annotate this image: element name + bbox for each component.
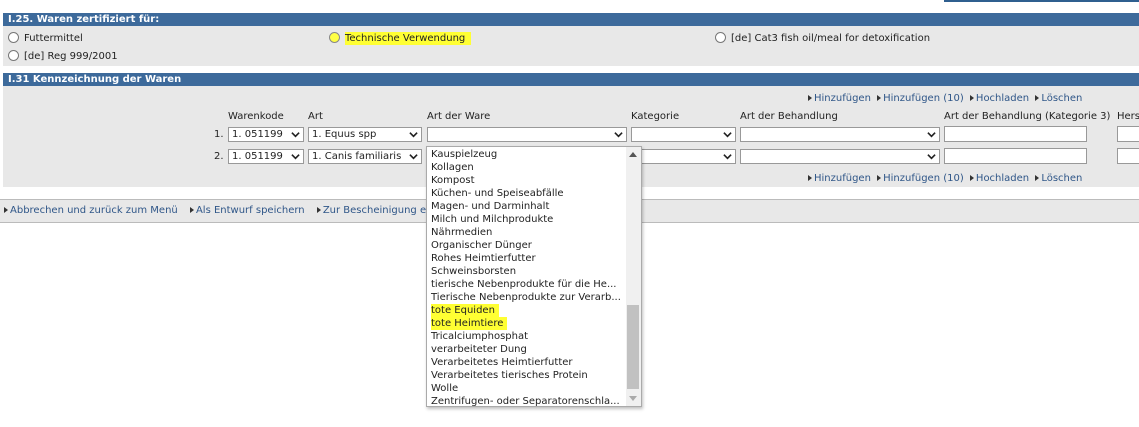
to-certificate-link[interactable]: Zur Bescheinigung ei — [316, 205, 429, 216]
actions-bottom: Hinzufügen Hinzufügen (10) Hochladen Lös… — [808, 173, 1082, 184]
radio-cat3-fish-oil[interactable]: [de] Cat3 fish oil/meal for detoxificati… — [715, 32, 930, 46]
radio-reg-999[interactable]: [de] Reg 999/2001 — [8, 50, 118, 64]
radio-label-cat3: [de] Cat3 fish oil/meal for detoxificati… — [731, 33, 931, 44]
section-i25-body — [3, 26, 1139, 66]
behandlung-kat3-input-2[interactable] — [944, 148, 1087, 164]
art-select-1[interactable]: 1. Equus spp — [308, 127, 422, 142]
radio-label-technische-verwendung: Technische Verwendung — [345, 32, 472, 45]
triangle-right-icon — [877, 95, 882, 101]
dropdown-option[interactable]: Magen- und Darminhalt — [431, 200, 549, 213]
radio-circle-icon[interactable] — [715, 32, 726, 43]
dropdown-option[interactable]: Organischer Dünger — [431, 239, 532, 252]
triangle-right-icon — [316, 207, 321, 213]
chevron-down-icon — [409, 154, 418, 160]
kategorie-select-1[interactable] — [631, 127, 736, 142]
col-header-art-der-ware: Art der Ware — [427, 111, 491, 122]
behandlung-kat3-input-1[interactable] — [944, 126, 1087, 142]
dropdown-option[interactable]: Tierische Nebenprodukte zur Verarb... — [431, 291, 621, 304]
radio-technische-verwendung[interactable]: Technische Verwendung — [329, 32, 472, 46]
warenkode-select-2[interactable]: 1. 051199 — [228, 149, 304, 164]
dropdown-option[interactable]: Verarbeitetes tierisches Protein — [431, 369, 588, 382]
actions-top: Hinzufügen Hinzufügen (10) Hochladen Lös… — [808, 93, 1082, 104]
section-i31-header: I.31 Kennzeichnung der Waren — [3, 73, 1139, 86]
add-10-link[interactable]: Hinzufügen (10) — [877, 173, 964, 184]
chevron-down-icon — [723, 154, 732, 160]
radio-circle-icon[interactable] — [8, 32, 19, 43]
delete-link[interactable]: Löschen — [1035, 173, 1082, 184]
radio-selected-icon[interactable] — [329, 32, 340, 43]
row-number-1: 1. — [214, 129, 224, 140]
dropdown-option[interactable]: Verarbeitetes Heimtierfutter — [431, 356, 573, 369]
hers-input-1[interactable] — [1117, 126, 1139, 142]
upload-link[interactable]: Hochladen — [969, 173, 1029, 184]
art-select-2[interactable]: 1. Canis familiaris — [308, 149, 422, 164]
behandlung-select-1[interactable] — [740, 127, 940, 142]
col-header-behandlung-kat3: Art der Behandlung (Kategorie 3) — [944, 111, 1111, 122]
dropdown-option[interactable]: Kauspielzeug — [431, 148, 497, 161]
dropdown-option[interactable]: Rohes Heimtierfutter — [431, 252, 536, 265]
kategorie-select-2[interactable] — [631, 149, 736, 164]
hers-input-2[interactable] — [1117, 148, 1139, 164]
chevron-down-icon — [927, 132, 936, 138]
triangle-right-icon — [969, 175, 974, 181]
chevron-down-icon — [409, 132, 418, 138]
add-10-link[interactable]: Hinzufügen (10) — [877, 93, 964, 104]
triangle-right-icon — [808, 95, 812, 101]
dropdown-option[interactable]: Schweinsborsten — [431, 265, 516, 278]
dropdown-option[interactable]: Kollagen — [431, 161, 474, 174]
dropdown-option[interactable]: Wolle — [431, 382, 458, 395]
section-i25-title: I.25. Waren zertifiziert für: — [8, 14, 160, 25]
triangle-right-icon — [969, 95, 974, 101]
chevron-down-icon — [723, 132, 732, 138]
scroll-down-arrow-icon[interactable] — [629, 396, 637, 401]
dropdown-option[interactable]: Nährmedien — [431, 226, 492, 239]
dropdown-option[interactable]: Zentrifugen- oder Separatorenschla... — [431, 395, 620, 406]
add-link[interactable]: Hinzufügen — [808, 93, 871, 104]
triangle-right-icon — [4, 207, 8, 213]
dropdown-option[interactable]: Milch und Milchprodukte — [431, 213, 553, 226]
scroll-thumb[interactable] — [627, 305, 639, 389]
col-header-warenkode: Warenkode — [228, 111, 284, 122]
dropdown-option[interactable]: Küchen- und Speiseabfälle — [431, 187, 564, 200]
chevron-down-icon — [927, 154, 936, 160]
triangle-right-icon — [189, 207, 194, 213]
triangle-right-icon — [808, 175, 812, 181]
triangle-right-icon — [1035, 175, 1040, 181]
dropdown-option[interactable]: tierische Nebenprodukte für die He... — [431, 278, 617, 291]
radio-futtermittel[interactable]: Futtermittel — [8, 32, 83, 46]
art-der-ware-dropdown-list[interactable]: Kauspielzeug Kollagen Kompost Küchen- und S… — [426, 146, 642, 407]
chevron-down-icon — [614, 132, 623, 138]
chevron-down-icon — [291, 154, 300, 160]
behandlung-select-2[interactable] — [740, 149, 940, 164]
add-link[interactable]: Hinzufügen — [808, 173, 871, 184]
upload-link[interactable]: Hochladen — [969, 93, 1029, 104]
col-header-art: Art — [308, 111, 323, 122]
col-header-art-der-behandlung: Art der Behandlung — [740, 111, 838, 122]
radio-label-reg-999: [de] Reg 999/2001 — [24, 51, 118, 62]
cancel-back-link[interactable]: Abbrechen und zurück zum Menü — [4, 205, 178, 216]
radio-label-futtermittel: Futtermittel — [24, 33, 83, 44]
chevron-down-icon — [291, 132, 300, 138]
warenkode-select-1[interactable]: 1. 051199 — [228, 127, 304, 142]
section-i25-header: I.25. Waren zertifiziert für: — [3, 13, 1139, 26]
top-accent-line — [944, 0, 1139, 2]
dropdown-option[interactable]: tote Heimtiere — [431, 317, 508, 330]
triangle-right-icon — [877, 175, 882, 181]
save-draft-link[interactable]: Als Entwurf speichern — [189, 205, 305, 216]
art-der-ware-select-1[interactable] — [427, 127, 627, 142]
radio-circle-icon[interactable] — [8, 50, 19, 61]
col-header-hers: Hers — [1117, 111, 1139, 122]
dropdown-scrollbar[interactable] — [626, 147, 641, 406]
triangle-right-icon — [1035, 95, 1040, 101]
delete-link[interactable]: Löschen — [1035, 93, 1082, 104]
dropdown-option[interactable]: Tricalciumphosphat — [431, 330, 528, 343]
row-number-2: 2. — [214, 151, 224, 162]
dropdown-option[interactable]: verarbeiteter Dung — [431, 343, 527, 356]
dropdown-option[interactable]: tote Equiden — [431, 304, 499, 317]
col-header-kategorie: Kategorie — [631, 111, 680, 122]
dropdown-option[interactable]: Kompost — [431, 174, 475, 187]
section-i31-title: I.31 Kennzeichnung der Waren — [8, 74, 182, 85]
scroll-up-arrow-icon[interactable] — [629, 152, 637, 157]
footer-links: Abbrechen und zurück zum Menü Als Entwur… — [4, 205, 429, 216]
